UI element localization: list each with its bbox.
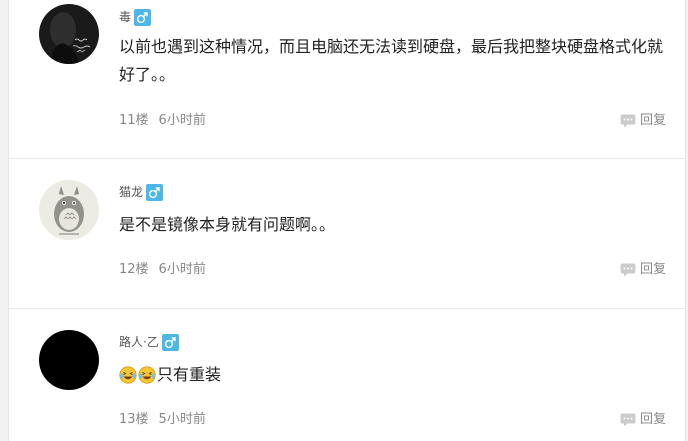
comment-item: 路人·乙 只有重装 13楼 5小时前 回复 — [9, 309, 685, 441]
comment-bubble-icon — [620, 413, 636, 427]
comment-bubble-icon — [620, 114, 636, 128]
avatar[interactable] — [39, 180, 99, 240]
timestamp: 6小时前 — [158, 262, 206, 277]
avatar[interactable] — [39, 4, 99, 64]
male-gender-icon — [146, 183, 164, 201]
user-info: 毒 — [119, 8, 152, 26]
laughing-crying-emoji-icon — [119, 366, 137, 384]
floor-number: 13楼 — [119, 412, 149, 427]
reply-button[interactable]: 回复 — [620, 112, 666, 130]
user-info: 路人·乙 — [119, 333, 179, 351]
username[interactable]: 路人·乙 — [119, 333, 159, 351]
comment-meta: 11楼 6小时前 — [119, 112, 206, 130]
avatar[interactable] — [39, 330, 99, 390]
comment-text: 只有重装 — [119, 361, 663, 389]
reply-label: 回复 — [639, 412, 666, 427]
comment-meta: 13楼 5小时前 — [119, 411, 206, 429]
comment-bubble-icon — [620, 263, 636, 277]
comment-text: 以前也遇到这种情况，而且电脑还无法读到硬盘，最后我把整块硬盘格式化就好了。。 — [119, 37, 664, 84]
user-info: 猫龙 — [119, 183, 164, 201]
timestamp: 5小时前 — [158, 412, 206, 427]
laughing-crying-emoji-icon — [138, 366, 156, 384]
floor-number: 12楼 — [119, 262, 149, 277]
male-gender-icon — [134, 8, 152, 26]
reply-label: 回复 — [639, 262, 666, 277]
reply-button[interactable]: 回复 — [620, 411, 666, 429]
comment-text: 是不是镜像本身就有问题啊。。 — [119, 215, 336, 234]
reply-button[interactable]: 回复 — [620, 261, 666, 279]
comment-text-body: 只有重装 — [157, 365, 222, 384]
floor-number: 11楼 — [119, 113, 149, 128]
comment-list: 毒 以前也遇到这种情况，而且电脑还无法读到硬盘，最后我把整块硬盘格式化就好了。。… — [8, 0, 686, 441]
username[interactable]: 毒 — [119, 8, 131, 26]
reply-label: 回复 — [639, 113, 666, 128]
comment-meta: 12楼 6小时前 — [119, 261, 206, 279]
username[interactable]: 猫龙 — [119, 183, 143, 201]
male-gender-icon — [161, 333, 179, 351]
comment-item: 毒 以前也遇到这种情况，而且电脑还无法读到硬盘，最后我把整块硬盘格式化就好了。。… — [9, 0, 685, 159]
comment-item: 猫龙 是不是镜像本身就有问题啊。。 12楼 6小时前 回复 — [9, 159, 685, 309]
timestamp: 6小时前 — [158, 113, 206, 128]
